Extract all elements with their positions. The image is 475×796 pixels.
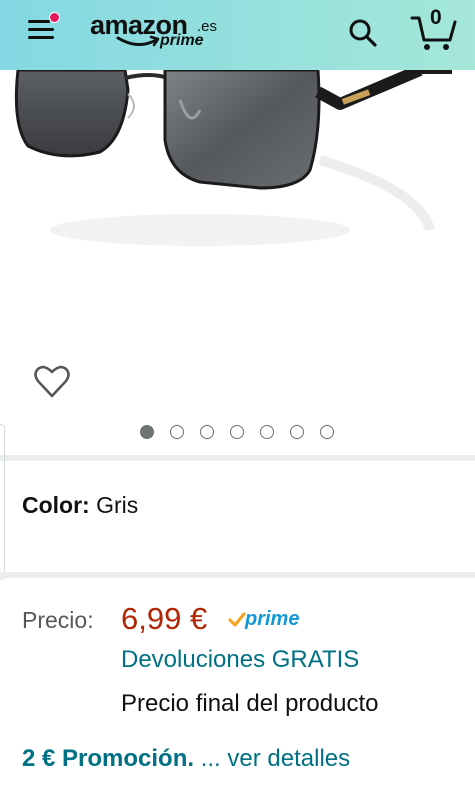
image-carousel-indicator — [140, 425, 340, 441]
price-value: 6,99 € — [121, 601, 208, 636]
logo-smile-icon — [116, 35, 160, 47]
color-value: Gris — [96, 492, 139, 518]
notification-dot-icon — [49, 12, 60, 23]
product-image[interactable] — [0, 70, 475, 350]
section-divider — [0, 572, 475, 578]
final-price-note: Precio final del producto — [121, 690, 379, 717]
color-label: Color: — [22, 492, 90, 518]
cart-count: 0 — [430, 6, 442, 29]
amazon-prime-logo[interactable]: amazon .es prime — [90, 10, 230, 58]
panel-edge — [0, 424, 5, 580]
carousel-dot[interactable] — [230, 425, 244, 439]
promotion-link[interactable]: 2 € Promoción. ... ver detalles — [22, 745, 350, 773]
logo-prime-text: prime — [160, 32, 204, 49]
carousel-dot[interactable] — [320, 425, 334, 439]
menu-icon-line — [28, 20, 50, 23]
price-label: Precio: — [22, 607, 94, 633]
promotion-details-link[interactable]: ... ver detalles — [194, 745, 350, 772]
carousel-dot[interactable] — [290, 425, 304, 439]
carousel-dot[interactable] — [140, 425, 154, 439]
free-returns-link[interactable]: Devoluciones GRATIS — [121, 646, 359, 674]
carousel-dot[interactable] — [260, 425, 274, 439]
search-button[interactable] — [344, 14, 380, 50]
menu-icon-line — [28, 36, 54, 39]
promotion-text: 2 € Promoción. — [22, 745, 195, 772]
menu-icon-line — [28, 28, 54, 31]
top-navigation-bar: amazon .es prime 0 — [0, 0, 475, 70]
prime-badge-text: prime — [245, 608, 300, 630]
wishlist-button[interactable] — [33, 364, 71, 400]
heart-outline-icon — [34, 365, 70, 398]
carousel-dot[interactable] — [200, 425, 214, 439]
search-icon — [349, 19, 377, 47]
color-selector[interactable]: Color: Gris — [22, 492, 138, 519]
cart-button[interactable]: 0 — [410, 6, 458, 52]
menu-button[interactable] — [22, 12, 66, 50]
prime-check-icon — [228, 612, 246, 627]
carousel-dot[interactable] — [170, 425, 184, 439]
section-divider — [0, 455, 475, 461]
